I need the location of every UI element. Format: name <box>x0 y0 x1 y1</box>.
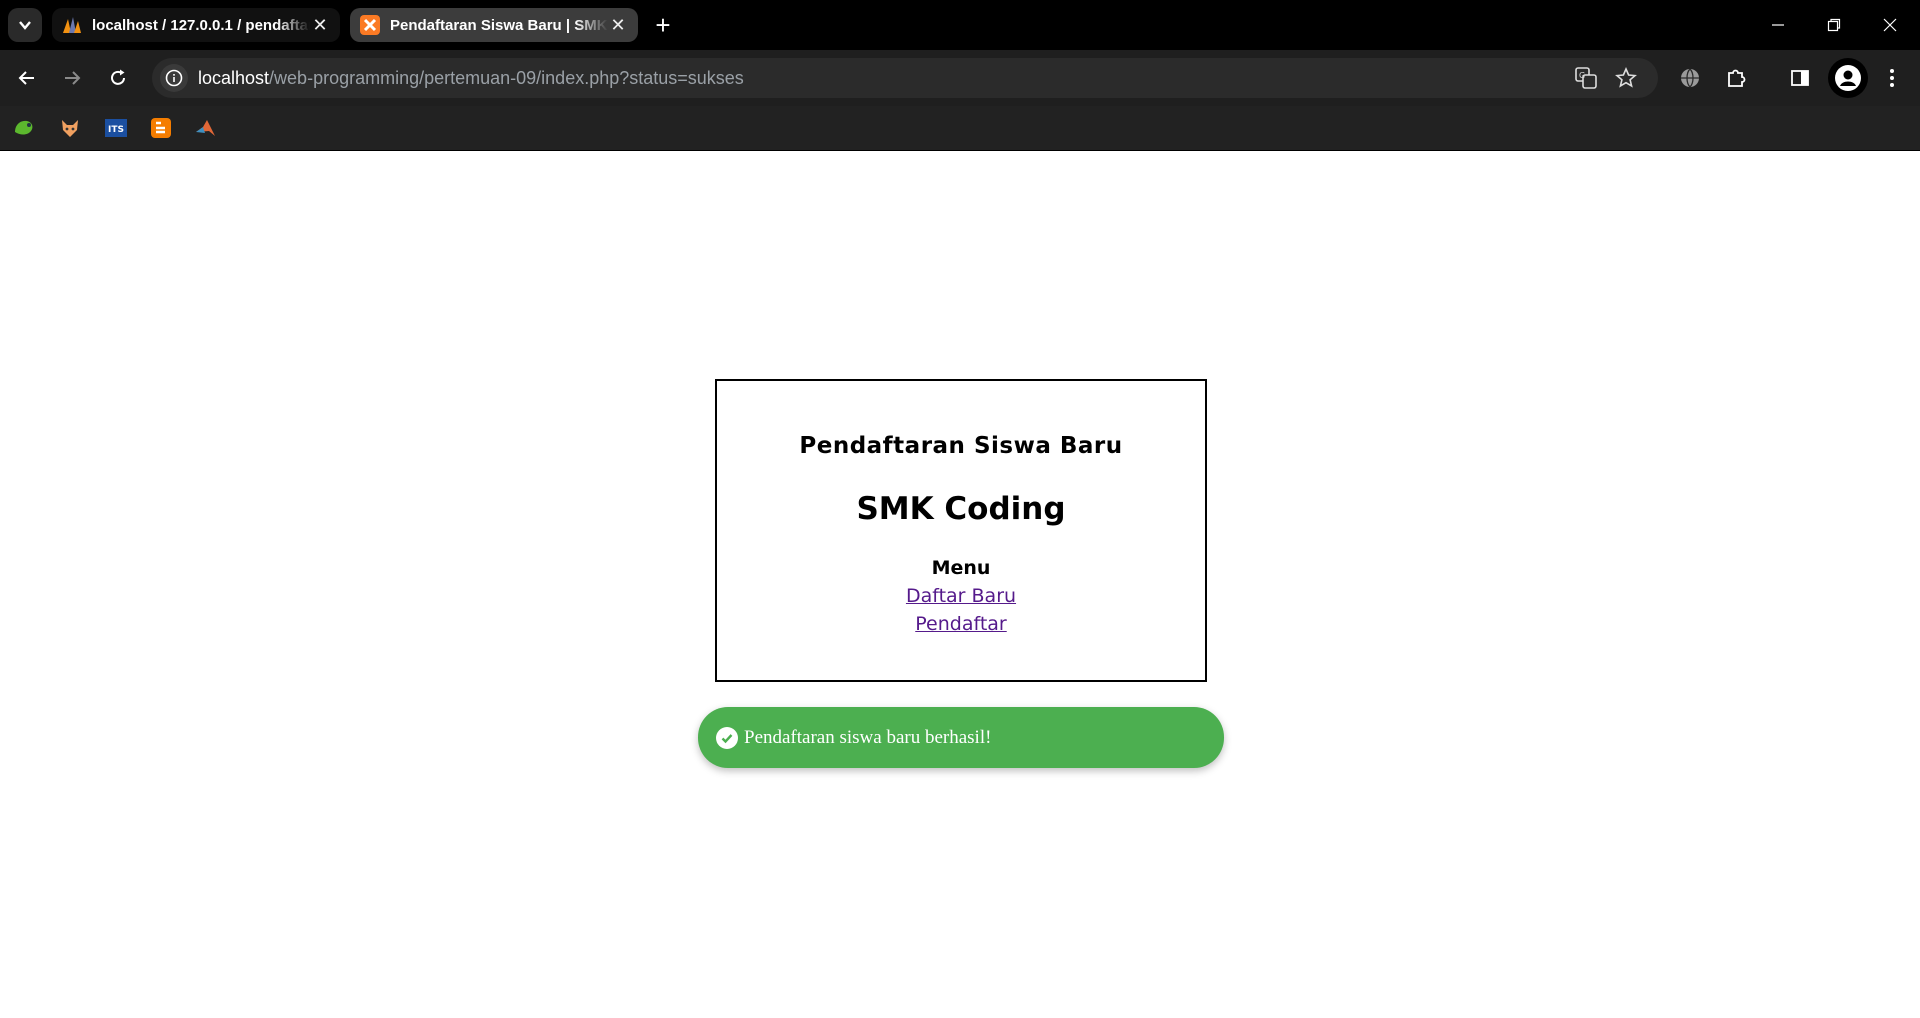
tab-search-button[interactable] <box>8 8 42 42</box>
tab-pendaftaran[interactable]: Pendaftaran Siswa Baru | SMK ✕ <box>350 8 638 42</box>
url-path: /web-programming/pertemuan-09/index.php?… <box>269 67 744 88</box>
profile-button[interactable] <box>1828 58 1868 98</box>
bookmarks-bar: ITS <box>0 106 1920 151</box>
bookmark-its-icon[interactable]: ITS <box>104 116 128 140</box>
restore-icon <box>1827 18 1841 32</box>
menu-title: Menu <box>931 557 991 579</box>
toast-message: Pendaftaran siswa baru berhasil! <box>744 726 992 748</box>
browser-toolbar: localhost/web-programming/pertemuan-09/i… <box>0 50 1920 106</box>
svg-text:G: G <box>1579 71 1585 80</box>
url-host: localhost <box>198 67 270 88</box>
new-tab-button[interactable]: + <box>648 10 678 40</box>
tab-bar: localhost / 127.0.0.1 / pendaftaran ✕ Pe… <box>0 0 1920 50</box>
daftar-baru-link[interactable]: Daftar Baru <box>717 585 1205 607</box>
avatar-icon <box>1835 65 1861 91</box>
close-icon <box>1883 18 1897 32</box>
arrow-left-icon <box>18 71 34 85</box>
school-name: SMK Coding <box>856 491 1066 527</box>
tab-title: localhost / 127.0.0.1 / pendaftaran <box>92 16 310 34</box>
arrow-right-icon <box>65 71 81 85</box>
bookmark-matlab-icon[interactable] <box>194 116 218 140</box>
xampp-icon <box>360 15 380 35</box>
minimize-icon <box>1772 24 1784 26</box>
bookmark-star-icon[interactable] <box>1612 64 1640 92</box>
tab-title: Pendaftaran Siswa Baru | SMK <box>390 16 608 34</box>
tab-phpmyadmin[interactable]: localhost / 127.0.0.1 / pendaftaran ✕ <box>52 8 340 42</box>
reload-button[interactable] <box>100 60 136 96</box>
chevron-down-icon <box>19 21 31 30</box>
extensions-icon[interactable] <box>1718 60 1754 96</box>
registration-card: Pendaftaran Siswa Baru SMK Coding Menu D… <box>715 379 1207 682</box>
minimize-button[interactable] <box>1750 0 1806 50</box>
bookmark-blogger-icon[interactable] <box>149 116 173 140</box>
pendaftar-link[interactable]: Pendaftar <box>717 613 1205 635</box>
forward-button[interactable] <box>54 60 90 96</box>
side-panel-icon[interactable] <box>1782 60 1818 96</box>
site-info-icon[interactable] <box>160 64 188 92</box>
back-button[interactable] <box>9 60 45 96</box>
bookmark-fox-icon[interactable] <box>58 116 82 140</box>
page-heading: Pendaftaran Siswa Baru <box>799 433 1123 459</box>
restore-button[interactable] <box>1806 0 1862 50</box>
bookmark-green-icon[interactable] <box>12 116 36 140</box>
close-window-button[interactable] <box>1862 0 1918 50</box>
check-circle-icon <box>716 726 738 749</box>
translate-icon[interactable]: G <box>1572 64 1600 92</box>
its-label: ITS <box>108 125 124 135</box>
close-icon[interactable]: ✕ <box>310 15 330 35</box>
address-bar[interactable]: localhost/web-programming/pertemuan-09/i… <box>152 58 1658 98</box>
close-icon[interactable]: ✕ <box>608 15 628 35</box>
globe-icon[interactable] <box>1672 60 1708 96</box>
url-text[interactable]: localhost/web-programming/pertemuan-09/i… <box>198 68 744 89</box>
reload-icon <box>111 69 125 85</box>
success-toast: Pendaftaran siswa baru berhasil! <box>698 707 1224 768</box>
menu-kebab-icon[interactable] <box>1874 60 1910 96</box>
phpmyadmin-icon <box>62 15 82 35</box>
